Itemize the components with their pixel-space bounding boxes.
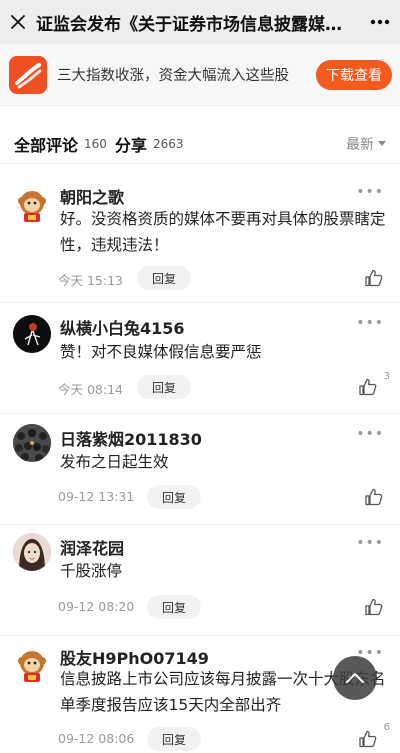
reply-button[interactable]: 回复: [147, 485, 202, 509]
thumbs-up-icon[interactable]: [364, 597, 384, 617]
avatar[interactable]: [13, 533, 51, 571]
avatar[interactable]: [13, 315, 51, 353]
close-button[interactable]: [0, 0, 36, 44]
comment-text: 赞！对不良媒体假信息要严惩: [60, 343, 262, 361]
all-comments-tab[interactable]: 全部评论: [14, 132, 78, 156]
more-button[interactable]: [360, 0, 400, 44]
monkey-avatar-icon: [18, 191, 46, 222]
top-nav-bar: 证监会发布《关于证券市场信息披露媒体…: [0, 0, 400, 44]
reply-button[interactable]: 回复: [147, 727, 202, 751]
like-count: 6: [383, 722, 390, 733]
reply-button[interactable]: 回复: [137, 375, 192, 399]
share-count: 2663: [152, 136, 184, 151]
comment-time: 09-12 08:06: [58, 731, 135, 746]
comment-time: 今天 15:13: [58, 273, 123, 288]
comment-author[interactable]: 纵横小白兔4156: [60, 315, 185, 339]
comment-item: 纵横小白兔4156 ••• 赞！对不良媒体假信息要严惩 今天 08:14 回复 …: [0, 303, 400, 413]
thumbs-up-icon[interactable]: [364, 487, 384, 507]
comment-text: 千股涨停: [60, 562, 123, 580]
more-horizontal-icon: [370, 19, 390, 25]
download-button[interactable]: 下载查看: [316, 59, 392, 90]
caret-down-icon: [378, 141, 386, 146]
sort-label: 最新: [346, 136, 374, 153]
comment-item: 朝阳之歌 ••• 好。没资格资质的媒体不要再对具体的股票瞎定性，违规违法！ 今天…: [0, 164, 400, 302]
close-icon: [11, 15, 25, 29]
comment-author[interactable]: 日落紫烟2011830: [60, 426, 202, 450]
comment-author[interactable]: 润泽花园: [60, 535, 124, 559]
comments-header: 全部评论 160 分享 2663 最新: [0, 124, 400, 164]
avatar[interactable]: [13, 646, 51, 684]
thumbs-up-icon[interactable]: [358, 729, 378, 749]
avatar[interactable]: [13, 424, 51, 462]
comment-time: 09-12 08:20: [58, 599, 135, 614]
monkey-avatar-icon: [18, 651, 46, 682]
comment-author[interactable]: 朝阳之歌: [60, 184, 124, 208]
comment-item: 日落紫烟2011830 ••• 发布之日起生效 09-12 13:31 回复: [0, 414, 400, 524]
avatar[interactable]: [13, 186, 51, 224]
comment-time: 今天 08:14: [58, 382, 123, 397]
like-count: 3: [383, 371, 390, 382]
comment-more-icon[interactable]: •••: [356, 184, 384, 200]
reply-button[interactable]: 回复: [137, 266, 192, 290]
thumbs-up-icon[interactable]: [364, 268, 384, 288]
reply-button[interactable]: 回复: [147, 595, 202, 619]
back-to-top-button[interactable]: [333, 656, 377, 700]
comment-item: 润泽花园 ••• 千股涨停 09-12 08:20 回复: [0, 525, 400, 635]
comment-more-icon[interactable]: •••: [356, 315, 384, 331]
comment-more-icon[interactable]: •••: [356, 535, 384, 551]
comment-more-icon[interactable]: •••: [356, 426, 384, 442]
page-title: 证监会发布《关于证券市场信息披露媒体…: [36, 14, 359, 35]
dark-figure-avatar-icon: [13, 315, 51, 353]
all-comments-count: 160: [84, 136, 107, 151]
section-gap: [0, 106, 400, 124]
banner-headline: 三大指数收涨，资金大幅流入这些股: [57, 68, 289, 84]
chevron-up-icon: [346, 673, 364, 683]
comment-text: 好。没资格资质的媒体不要再对具体的股票瞎定性，违规违法！: [60, 210, 386, 254]
comment-text: 发布之日起生效: [60, 453, 169, 471]
sort-dropdown[interactable]: 最新: [346, 134, 386, 154]
thumbs-up-icon[interactable]: [358, 377, 378, 397]
group-photo-avatar-icon: [13, 424, 51, 462]
share-tab[interactable]: 分享: [115, 132, 147, 156]
app-promo-banner[interactable]: 三大指数收涨，资金大幅流入这些股 下载查看: [0, 44, 400, 106]
comment-time: 09-12 13:31: [58, 489, 135, 504]
app-logo-icon: [9, 55, 47, 94]
portrait-avatar-icon: [13, 533, 51, 571]
